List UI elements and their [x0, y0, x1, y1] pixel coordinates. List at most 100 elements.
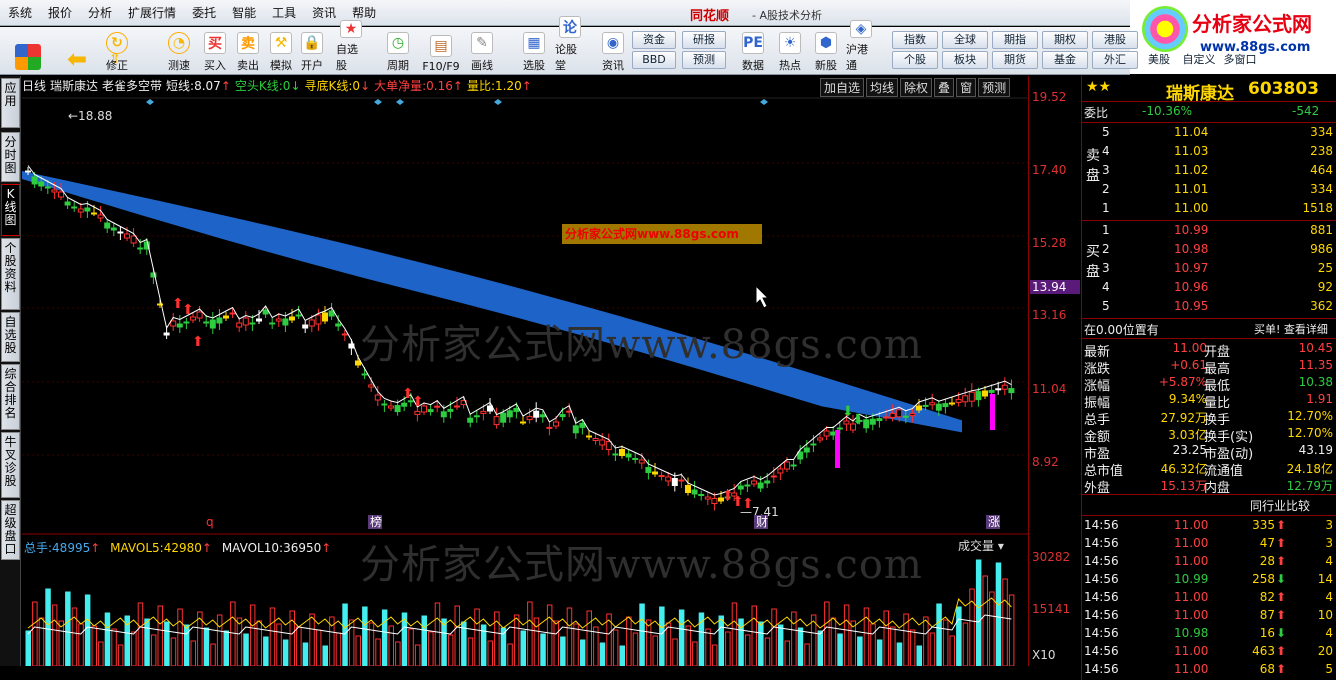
- hk-connect-button[interactable]: ◈ 沪港通: [846, 20, 876, 73]
- fund-button[interactable]: BBD: [632, 51, 676, 69]
- fund-button[interactable]: 预测: [682, 51, 726, 69]
- down-arrow-icon: ⬇: [1276, 626, 1287, 640]
- menu-item[interactable]: 委托: [184, 4, 224, 21]
- market-button[interactable]: 自定义: [1180, 52, 1218, 70]
- chart-tool-button[interactable]: 除权: [900, 78, 933, 97]
- candle: [58, 191, 64, 198]
- volume-bar: [586, 610, 592, 666]
- candle: [64, 201, 71, 206]
- menu-item[interactable]: 帮助: [344, 4, 384, 21]
- buy-row[interactable]: 2 10.98 986: [1082, 241, 1336, 260]
- app-subtitle: - A股技术分析: [752, 9, 822, 22]
- chart-tool-button[interactable]: 预测: [978, 78, 1011, 97]
- market-button[interactable]: 期指: [992, 31, 1038, 49]
- candle: [302, 324, 309, 329]
- layout-icon[interactable]: [8, 29, 48, 73]
- data-button[interactable]: PE 数据: [738, 29, 768, 73]
- toolbar-label: 开户: [301, 59, 323, 72]
- volume-info: 总手:48995↑ MAVOL5:42980↑ MAVOL10:36950↑: [24, 541, 332, 555]
- hotspot-button[interactable]: ☀ 热点: [775, 29, 805, 73]
- sell-row[interactable]: 5 11.04 334: [1082, 124, 1336, 143]
- volume-bar: [289, 610, 295, 666]
- market-button[interactable]: 期货: [992, 51, 1038, 69]
- volume-bar: [282, 639, 289, 666]
- fund-button[interactable]: 资金: [632, 31, 676, 49]
- ipo-button[interactable]: ⬢ 新股: [811, 29, 841, 73]
- buy-row[interactable]: 1 10.99 881: [1082, 222, 1336, 241]
- market-button[interactable]: 板块: [942, 51, 988, 69]
- period-button[interactable]: ◷ 周期: [383, 29, 413, 73]
- sell-button[interactable]: 卖卖出: [233, 29, 263, 73]
- buy-button[interactable]: 买买入: [200, 29, 230, 73]
- sell-row[interactable]: 4 11.03 238: [1082, 143, 1336, 162]
- sidebar-tab[interactable]: 牛叉诊股: [1, 432, 20, 498]
- xun-label: 寻底K线:: [304, 79, 353, 93]
- sidebar-tab[interactable]: 应用: [1, 78, 20, 128]
- market-button[interactable]: 美股: [1140, 52, 1178, 70]
- sell-row[interactable]: 3 11.02 464: [1082, 162, 1336, 181]
- candle: [203, 321, 210, 324]
- fund-button[interactable]: 研报: [682, 31, 726, 49]
- volume-select[interactable]: 成交量 ▾: [958, 537, 1004, 554]
- market-button[interactable]: 全球: [942, 31, 988, 49]
- volume-bar: [573, 623, 579, 666]
- fix-button[interactable]: ↻ 修正: [103, 29, 131, 73]
- market-button[interactable]: 港股: [1092, 31, 1138, 49]
- menu-item[interactable]: 资讯: [304, 4, 344, 21]
- event-mark[interactable]: 榜: [370, 514, 382, 529]
- f10-button[interactable]: ▤ F10/F9: [421, 29, 461, 73]
- stock-picker-button[interactable]: ▦ 选股: [519, 29, 549, 73]
- draw-line-button[interactable]: ✎ 画线: [467, 29, 497, 73]
- menu-item[interactable]: 系统: [0, 4, 40, 21]
- menu-item[interactable]: 工具: [264, 4, 304, 21]
- menu-item[interactable]: 分析: [80, 4, 120, 21]
- speed-test-button[interactable]: ◔ 测速: [165, 29, 193, 73]
- menu-item[interactable]: 报价: [40, 4, 80, 21]
- market-button[interactable]: 个股: [892, 51, 938, 69]
- detail-link[interactable]: 买单! 查看详细: [1254, 321, 1328, 337]
- volume-bar: [157, 605, 163, 666]
- market-button[interactable]: 指数: [892, 31, 938, 49]
- menu-item[interactable]: 智能: [224, 4, 264, 21]
- market-button[interactable]: 多窗口: [1220, 52, 1260, 70]
- simulate-button[interactable]: ⚒ 模拟: [266, 29, 296, 73]
- open-account-button[interactable]: 🔒 开户: [297, 29, 327, 73]
- buy-row[interactable]: 4 10.96 92: [1082, 279, 1336, 298]
- sidebar-tab[interactable]: 个股资料: [1, 238, 20, 310]
- candle: [262, 309, 269, 315]
- back-icon[interactable]: ⬅: [60, 29, 94, 73]
- vol-ma5: 42980: [163, 541, 202, 555]
- volume-bar: [408, 628, 414, 666]
- sidebar-tab[interactable]: K线图: [1, 184, 20, 236]
- watchlist-button[interactable]: ★ 自选股: [336, 20, 366, 73]
- buy-row[interactable]: 5 10.95 362: [1082, 298, 1336, 317]
- down-arrow-icon: ⬇: [1276, 572, 1287, 586]
- news-button[interactable]: ◉ 资讯: [598, 29, 628, 73]
- volume-select-label: 成交量: [958, 539, 995, 553]
- candle: [256, 318, 262, 322]
- menu-item[interactable]: 扩展行情: [120, 4, 184, 21]
- market-button[interactable]: 外汇: [1092, 51, 1138, 69]
- event-mark[interactable]: 财: [756, 515, 768, 529]
- forum-button[interactable]: 论论股堂: [555, 16, 585, 73]
- chart-tool-button[interactable]: 叠: [934, 78, 955, 97]
- sidebar-tab[interactable]: 自选股: [1, 312, 20, 362]
- chart-tool-button[interactable]: 均线: [866, 78, 899, 97]
- chart-tool-button[interactable]: 加自选: [820, 78, 865, 97]
- sell-row[interactable]: 1 11.00 1518: [1082, 200, 1336, 219]
- sidebar-tab[interactable]: 分时图: [1, 132, 20, 182]
- market-button[interactable]: 期权: [1042, 31, 1088, 49]
- market-button[interactable]: 基金: [1042, 51, 1088, 69]
- candle: [289, 316, 295, 321]
- peer-compare-tab[interactable]: 同行业比较: [1082, 496, 1336, 515]
- sell-row[interactable]: 2 11.01 334: [1082, 181, 1336, 200]
- buy-row[interactable]: 3 10.97 25: [1082, 260, 1336, 279]
- chart-tool-button[interactable]: 窗: [956, 78, 977, 97]
- sidebar-tab[interactable]: 超级盘口: [1, 500, 20, 560]
- event-mark[interactable]: 涨: [988, 514, 1000, 529]
- up-arrow-icon: ⬆: [1276, 518, 1287, 532]
- candle: [401, 402, 408, 407]
- sidebar-tab[interactable]: 综合排名: [1, 364, 20, 430]
- xun-value: 0: [352, 79, 361, 93]
- event-mark[interactable]: q: [206, 515, 214, 529]
